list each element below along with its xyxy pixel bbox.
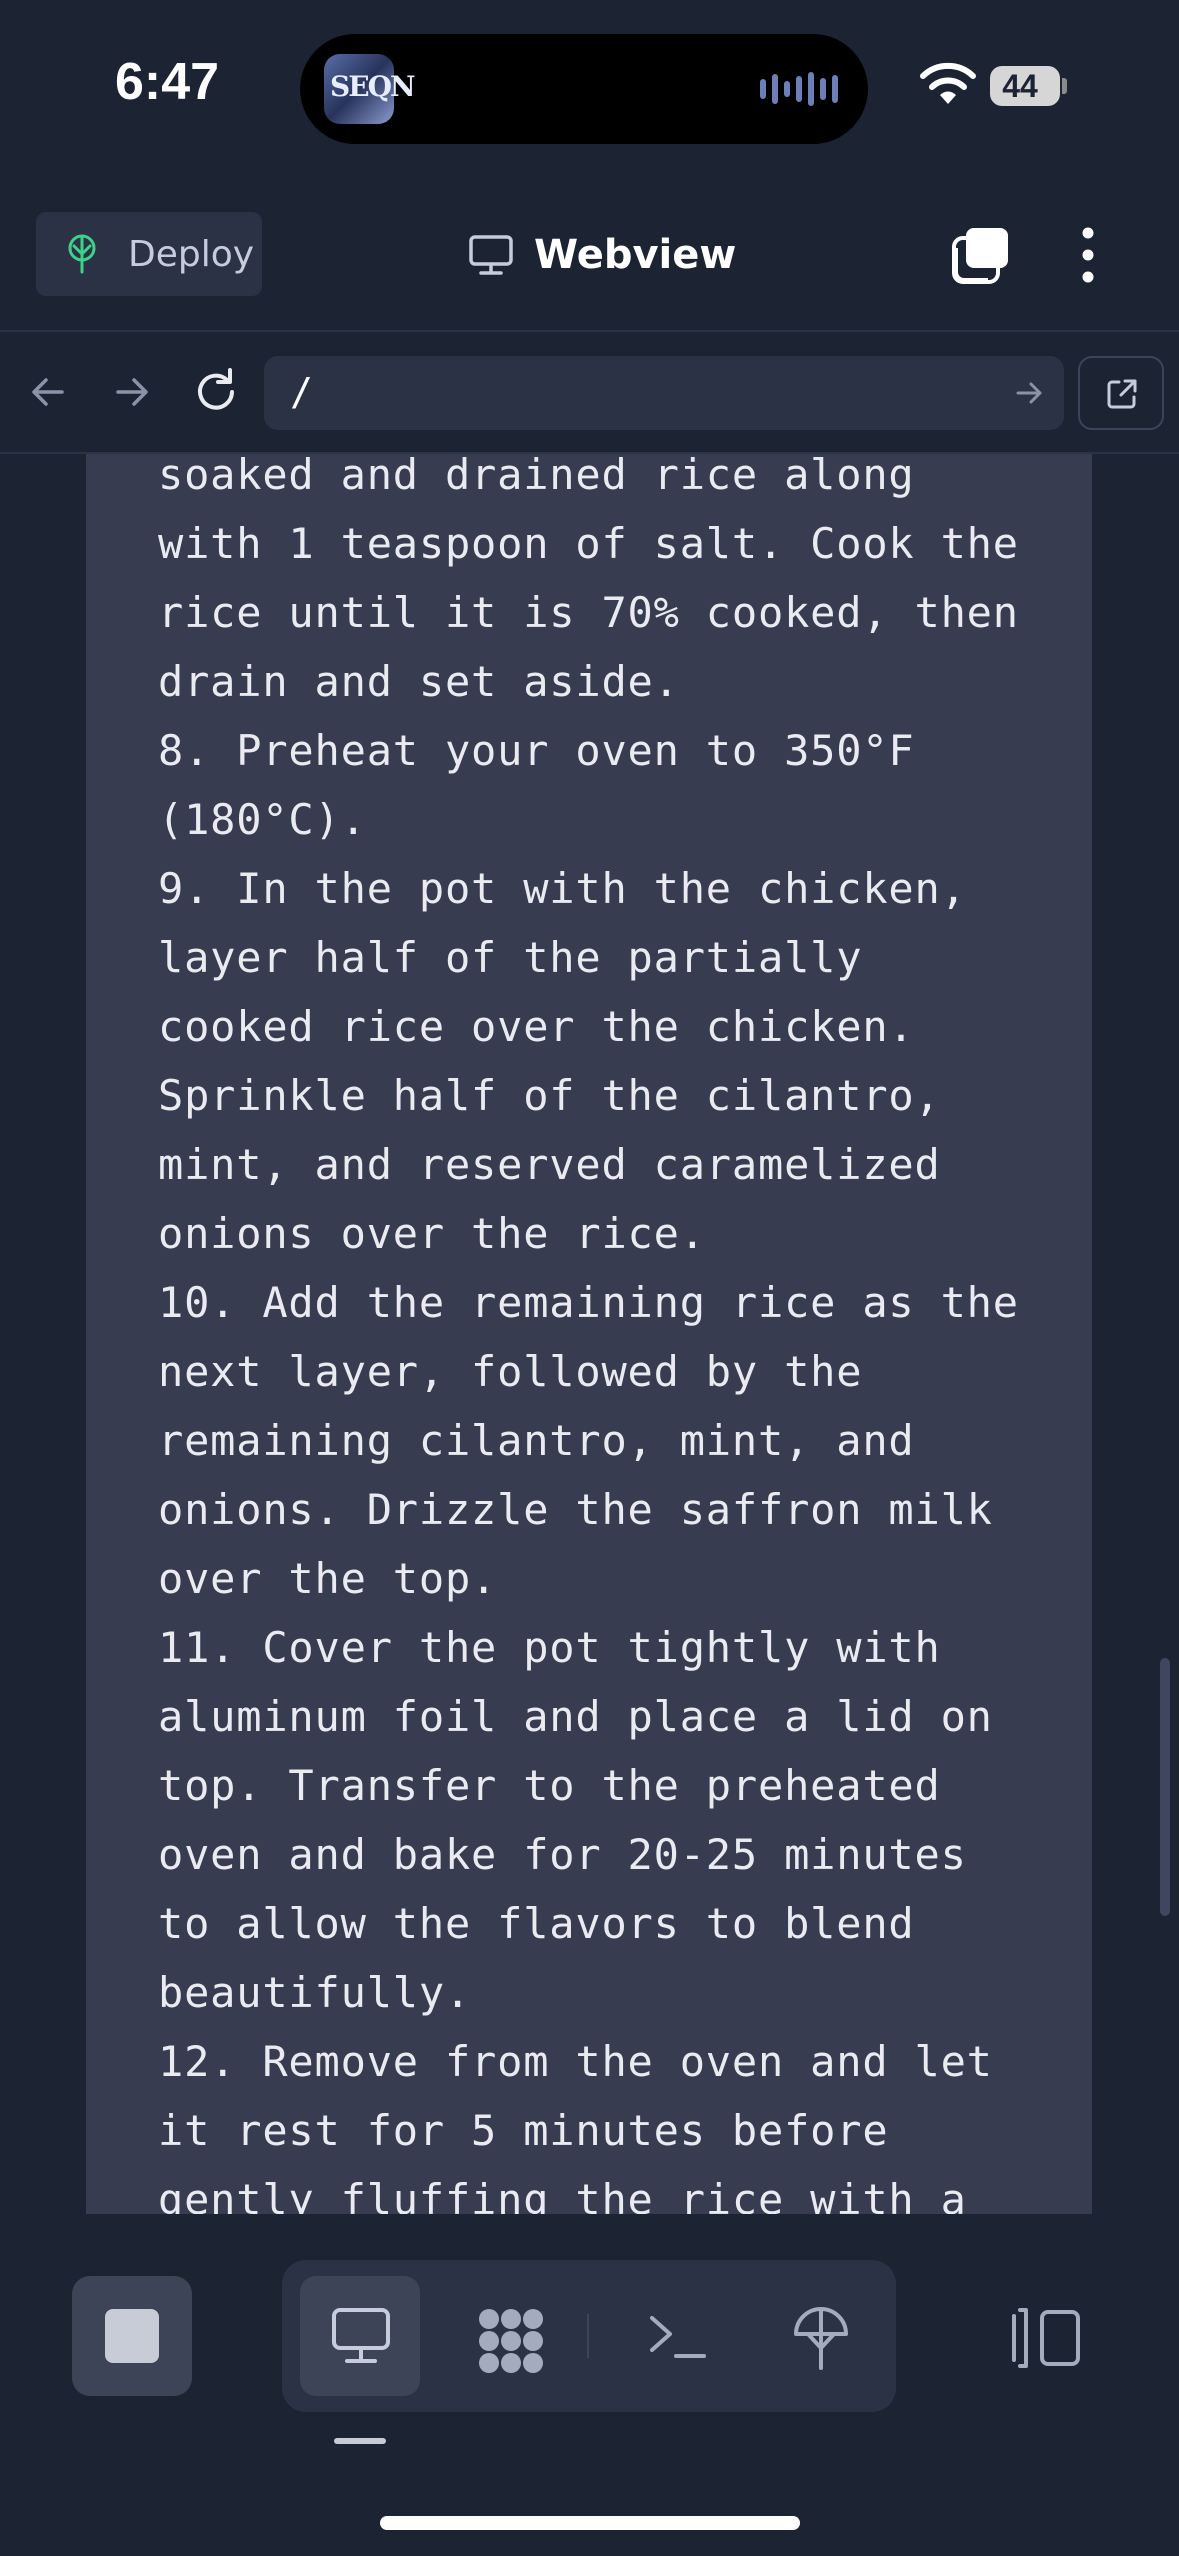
recipe-line: oven and bake for 20-25 minutes xyxy=(158,1830,967,1879)
packager-tool-button[interactable] xyxy=(446,2276,566,2396)
stop-button[interactable] xyxy=(72,2276,192,2396)
deploy-label: Deploy xyxy=(128,233,255,275)
reload-icon[interactable] xyxy=(186,362,246,422)
stop-icon xyxy=(105,2309,159,2363)
url-input[interactable]: / xyxy=(264,356,1064,430)
deploy-tree-icon xyxy=(68,234,96,274)
arrow-right-icon[interactable] xyxy=(1012,376,1046,410)
battery-nub xyxy=(1062,78,1067,94)
arrow-left-icon[interactable] xyxy=(18,362,78,422)
panel-toggle-icon[interactable] xyxy=(1008,2306,1084,2370)
recipe-line: onions over the rice. xyxy=(158,1209,706,1258)
monitor-icon xyxy=(332,2308,390,2363)
recipe-line: drain and set aside. xyxy=(158,657,680,706)
tabs-icon[interactable] xyxy=(948,222,1014,288)
battery-level: 44 xyxy=(1002,68,1038,104)
open-external-button[interactable] xyxy=(1078,356,1164,430)
arrow-right-icon[interactable] xyxy=(102,362,162,422)
active-tool-indicator xyxy=(334,2438,386,2444)
toolbar-separator xyxy=(587,2314,589,2358)
recipe-line: layer half of the partially xyxy=(158,933,863,982)
webview-tool-button[interactable] xyxy=(300,2276,420,2396)
terminal-icon xyxy=(650,2316,706,2358)
recipe-line: over the top. xyxy=(158,1554,498,1603)
recipe-line: beautifully. xyxy=(158,1968,472,2017)
recipe-line: 8. Preheat your oven to 350°F xyxy=(158,726,915,775)
recipe-card: soaked and drained rice along with 1 tea… xyxy=(86,454,1092,2214)
home-indicator[interactable] xyxy=(380,2516,800,2530)
tool-switcher xyxy=(282,2260,896,2412)
packages-icon xyxy=(479,2309,543,2373)
recipe-line: gently fluffing the rice with a xyxy=(158,2175,967,2214)
page-title: Webview xyxy=(534,232,737,278)
recipe-line: to allow the flavors to blend xyxy=(158,1899,915,1948)
recipe-line: top. Transfer to the preheated xyxy=(158,1761,941,1810)
recipe-line: aluminum foil and place a lid on xyxy=(158,1692,993,1741)
recipe-line: (180°C). xyxy=(158,795,367,844)
webview-title: Webview xyxy=(468,222,736,288)
webview-content[interactable]: soaked and drained rice along with 1 tea… xyxy=(0,454,1179,2214)
deploy-tree-icon xyxy=(794,2307,848,2370)
recipe-line: soaked and drained rice along xyxy=(158,454,915,499)
deploy-tool-button[interactable] xyxy=(760,2276,880,2396)
audio-waveform-icon xyxy=(760,72,838,106)
more-vertical-icon[interactable] xyxy=(1064,222,1112,288)
header-divider xyxy=(0,330,1179,332)
battery-indicator: 44 xyxy=(990,66,1060,106)
recipe-instructions: soaked and drained rice along with 1 tea… xyxy=(158,454,1058,2214)
recipe-line: mint, and reserved caramelized xyxy=(158,1140,941,1189)
app-album-art-icon: SEQN xyxy=(324,54,416,124)
recipe-line: rice until it is 70% cooked, then xyxy=(158,588,1019,637)
monitor-icon xyxy=(469,235,513,275)
wifi-icon xyxy=(920,62,976,104)
recipe-line: 9. In the pot with the chicken, xyxy=(158,864,967,913)
island-app-label: SEQN xyxy=(330,70,416,103)
status-time: 6:47 xyxy=(115,53,220,111)
recipe-line: next layer, followed by the xyxy=(158,1347,863,1396)
scrollbar[interactable] xyxy=(1160,1658,1170,1916)
recipe-line: it rest for 5 minutes before xyxy=(158,2106,889,2155)
recipe-line: cooked rice over the chicken. xyxy=(158,1002,915,1051)
recipe-line: 11. Cover the pot tightly with xyxy=(158,1623,941,1672)
external-link-icon xyxy=(1107,379,1137,409)
screen: 6:47 SEQN 44 Deploy Webview / soaked and… xyxy=(0,0,1179,2556)
shell-tool-button[interactable] xyxy=(616,2276,736,2396)
recipe-line: remaining cilantro, mint, and xyxy=(158,1416,915,1465)
deploy-button[interactable]: Deploy xyxy=(36,212,262,296)
recipe-line: Sprinkle half of the cilantro, xyxy=(158,1071,941,1120)
recipe-line: 10. Add the remaining rice as the xyxy=(158,1278,1019,1327)
recipe-line: with 1 teaspoon of salt. Cook the xyxy=(158,519,1019,568)
recipe-line: 12. Remove from the oven and let xyxy=(158,2037,993,2086)
recipe-line: onions. Drizzle the saffron milk xyxy=(158,1485,993,1534)
url-path: / xyxy=(290,370,313,414)
dynamic-island: SEQN xyxy=(300,34,868,144)
